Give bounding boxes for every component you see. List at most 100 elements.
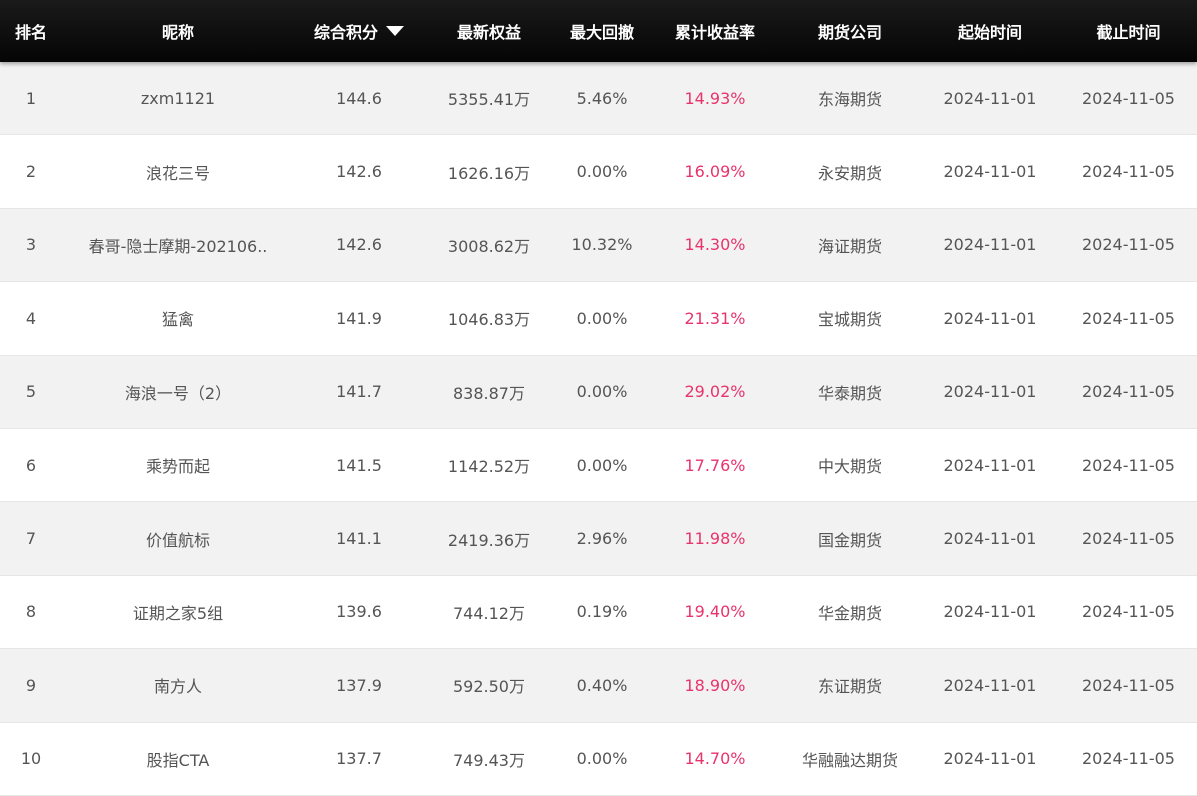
table-header: 排名 昵称 综合积分 最新权益 最大回撤 累计收益率 期货公司 起始时间 截止时… [0,0,1197,62]
start-time-cell: 2024-11-01 [943,308,1037,328]
equity-cell: 1142.52万 [447,457,531,477]
start-time-cell: 2024-11-01 [943,235,1037,255]
column-header-nickname[interactable]: 昵称 [62,0,294,62]
end-time-cell: 2024-11-05 [1082,675,1175,695]
company-cell: 国金期货 [817,530,882,550]
return-cell: 17.76% [684,455,746,475]
end-time-cell: 2024-11-05 [1082,529,1175,549]
end-time-cell: 2024-11-05 [1082,162,1175,182]
rank-cell: 1 [25,88,37,108]
column-header-start-time[interactable]: 起始时间 [920,0,1060,62]
rank-cell: 7 [25,529,37,549]
drawdown-cell: 0.00% [576,162,628,182]
equity-cell: 592.50万 [453,677,525,697]
drawdown-cell: 2.96% [576,529,628,549]
company-cell: 华融融达期货 [801,750,898,770]
drawdown-cell: 0.00% [576,308,628,328]
column-header-rank[interactable]: 排名 [0,0,62,62]
column-header-end-time[interactable]: 截止时间 [1060,0,1197,62]
rank-cell: 2 [25,162,37,182]
nickname-cell[interactable]: 价值航标 [62,527,294,551]
column-header-return[interactable]: 累计收益率 [650,0,780,62]
rank-cell: 6 [25,455,37,475]
score-cell: 144.6 [336,88,382,108]
nickname-cell[interactable]: 猛禽 [62,306,294,330]
table-row[interactable]: 4 猛禽 141.9 1046.83万 0.00% 21.31% 宝城期货 2024-11-0… [0,282,1197,356]
start-time-cell: 2024-11-01 [943,455,1037,475]
company-cell: 华金期货 [817,603,882,623]
return-cell: 14.30% [684,235,746,255]
nickname-cell[interactable]: 浪花三号 [62,160,294,184]
score-cell: 141.7 [336,382,382,402]
equity-cell: 744.12万 [453,603,525,623]
nickname-cell[interactable]: 春哥-隐士摩期-202106.. [62,233,294,257]
end-time-cell: 2024-11-05 [1082,382,1175,402]
equity-cell: 749.43万 [453,750,525,770]
equity-cell: 3008.62万 [447,236,531,256]
rank-cell: 3 [25,235,37,255]
start-time-cell: 2024-11-01 [943,382,1037,402]
column-header-score[interactable]: 综合积分 [294,0,424,62]
company-cell: 宝城期货 [817,310,882,330]
company-cell: 东证期货 [817,677,882,697]
return-cell: 14.93% [684,88,746,108]
score-cell: 142.6 [336,235,382,255]
score-cell: 141.9 [336,308,382,328]
nickname-cell[interactable]: 股指CTA [62,747,294,771]
return-cell: 18.90% [684,675,746,695]
nickname-cell[interactable]: 乘势而起 [62,453,294,477]
drawdown-cell: 0.00% [576,382,628,402]
start-time-cell: 2024-11-01 [943,88,1037,108]
company-cell: 华泰期货 [817,383,882,403]
score-cell: 137.7 [336,749,382,769]
table-row[interactable]: 3 春哥-隐士摩期-202106.. 142.6 3008.62万 10.32% 14.3… [0,208,1197,283]
column-header-company[interactable]: 期货公司 [780,0,920,62]
table-row[interactable]: 9 南方人 137.9 592.50万 0.40% 18.90% 东证期货 2024-11-0… [0,649,1197,723]
equity-cell: 1626.16万 [447,163,531,183]
table-row[interactable]: 8 证期之家5组 139.6 744.12万 0.19% 19.40% 华金期货 2024-1… [0,575,1197,650]
table-row[interactable]: 1 zxm1121 144.6 5355.41万 5.46% 14.93% 东海期货 2024… [0,62,1197,136]
rank-cell: 8 [25,602,37,622]
table-row[interactable]: 2 浪花三号 142.6 1626.16万 0.00% 16.09% 永安期货 2024-11… [0,135,1197,209]
column-header-drawdown[interactable]: 最大回撤 [554,0,650,62]
column-header-score-label: 综合积分 [313,23,378,42]
nickname-cell[interactable]: 海浪一号（2） [62,380,294,404]
end-time-cell: 2024-11-05 [1082,88,1175,108]
table-row[interactable]: 7 价值航标 141.1 2419.36万 2.96% 11.98% 国金期货 2024-11… [0,502,1197,576]
table-body: 1 zxm1121 144.6 5355.41万 5.46% 14.93% 东海期货 2024… [0,62,1197,796]
nickname-cell[interactable]: 南方人 [62,673,294,697]
ranking-table: 排名 昵称 综合积分 最新权益 最大回撤 累计收益率 期货公司 起始时间 截止时… [0,0,1197,796]
score-cell: 139.6 [336,602,382,622]
equity-cell: 1046.83万 [447,310,531,330]
sort-descending-icon[interactable] [386,26,404,36]
drawdown-cell: 0.00% [576,749,628,769]
end-time-cell: 2024-11-05 [1082,602,1175,622]
equity-cell: 838.87万 [453,383,525,403]
return-cell: 11.98% [684,529,746,549]
return-cell: 21.31% [684,308,746,328]
table-row[interactable]: 5 海浪一号（2） 141.7 838.87万 0.00% 29.02% 华泰期货 2024-… [0,355,1197,429]
table-row[interactable]: 10 股指CTA 137.7 749.43万 0.00% 14.70% 华融融达期货 2024… [0,722,1197,796]
score-cell: 142.6 [336,162,382,182]
nickname-cell[interactable]: 证期之家5组 [62,600,294,624]
column-header-equity[interactable]: 最新权益 [424,0,554,62]
start-time-cell: 2024-11-01 [943,162,1037,182]
drawdown-cell: 0.00% [576,455,628,475]
rank-cell: 9 [25,675,37,695]
table-row[interactable]: 6 乘势而起 141.5 1142.52万 0.00% 17.76% 中大期货 2024-11… [0,428,1197,503]
rank-cell: 4 [25,308,37,328]
equity-cell: 5355.41万 [447,90,531,110]
company-cell: 中大期货 [817,457,882,477]
end-time-cell: 2024-11-05 [1082,308,1175,328]
drawdown-cell: 5.46% [576,88,628,108]
nickname-cell[interactable]: zxm1121 [62,89,294,108]
rank-cell: 5 [25,382,37,402]
drawdown-cell: 0.19% [576,602,628,622]
drawdown-cell: 0.40% [576,675,628,695]
score-cell: 141.5 [336,455,382,475]
start-time-cell: 2024-11-01 [943,602,1037,622]
end-time-cell: 2024-11-05 [1082,235,1175,255]
equity-cell: 2419.36万 [447,530,531,550]
score-cell: 137.9 [336,675,382,695]
start-time-cell: 2024-11-01 [943,529,1037,549]
